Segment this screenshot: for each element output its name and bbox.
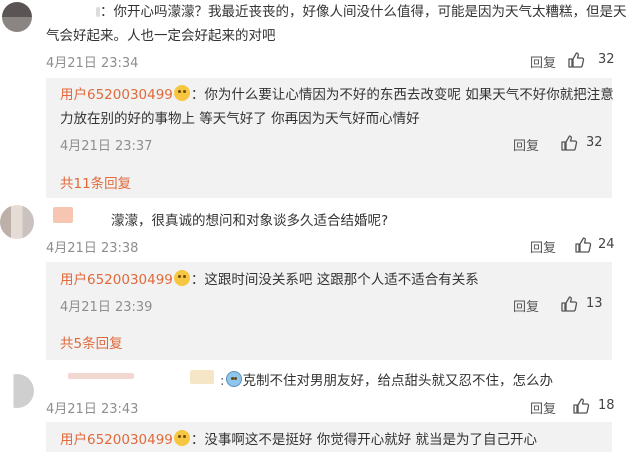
- more-replies-link[interactable]: 共5条回复: [60, 332, 123, 352]
- reply-username[interactable]: 用户6520030499: [60, 432, 173, 448]
- reply-username[interactable]: 用户6520030499: [60, 272, 173, 288]
- emoji-icon: [173, 430, 190, 446]
- username-blurred[interactable]: [68, 373, 134, 379]
- reply-button[interactable]: 回复: [513, 296, 539, 315]
- thumbs-up-icon[interactable]: [560, 295, 578, 313]
- reply-text: 用户6520030499 ：你为什么要让心情因为不好的东西去改变呢 如果天气不好你…: [60, 85, 614, 103]
- username-blurred[interactable]: [53, 207, 73, 223]
- reply-time: 4月21日 23:39: [60, 300, 153, 315]
- reply-button[interactable]: 回复: [530, 398, 556, 417]
- like-count: 13: [586, 296, 603, 311]
- thumbs-up-icon[interactable]: [574, 236, 592, 254]
- reply-button[interactable]: 回复: [530, 52, 556, 71]
- emoji-icon: [173, 85, 190, 101]
- comment-time: 4月21日 23:38: [46, 241, 139, 256]
- comment-time: 4月21日 23:43: [46, 402, 139, 417]
- more-replies-link[interactable]: 共11条回复: [60, 172, 131, 192]
- avatar[interactable]: [2, 2, 32, 32]
- reply-text-line2: 力放在别的好的事物上 等天气好了 你再因为天气好而心情好: [60, 111, 420, 127]
- avatar[interactable]: [0, 374, 34, 408]
- comment-text: ：你开心吗濛濛？我最近丧丧的，好像人间没什么值得，可能是因为天气太糟糕，但是天: [96, 0, 627, 24]
- avatar[interactable]: [0, 205, 34, 239]
- comment-text: : 克制不住对男朋友好，给点甜头就又忍不住，怎么办: [220, 371, 554, 389]
- like-count: 32: [598, 52, 615, 67]
- reply-time: 4月21日 23:37: [60, 139, 153, 154]
- reply-text: 用户6520030499 ：没事啊这不是挺好 你觉得开心就好 就当是为了自己开心: [60, 430, 537, 448]
- reply-button[interactable]: 回复: [530, 237, 556, 256]
- like-count: 32: [586, 135, 603, 150]
- like-count: 18: [598, 398, 615, 413]
- thumbs-up-icon[interactable]: [560, 134, 578, 152]
- username-blurred[interactable]: [190, 370, 214, 384]
- crying-emoji-icon: [225, 371, 242, 387]
- thumbs-up-icon[interactable]: [567, 51, 585, 69]
- comment-text: 濛濛，很真诚的想问和对象谈多久适合结婚呢?: [111, 213, 389, 229]
- reply-button[interactable]: 回复: [513, 135, 539, 154]
- thumbs-up-icon[interactable]: [572, 397, 590, 415]
- emoji-icon: [173, 270, 190, 286]
- like-count: 24: [598, 237, 615, 252]
- reply-text: 用户6520030499 ：这跟时间没关系吧 这跟那个人适不适合有关系: [60, 270, 479, 288]
- comment-text-line2: 气会好起来。人也一定会好起来的对吧: [46, 28, 276, 44]
- reply-username[interactable]: 用户6520030499: [60, 87, 173, 103]
- comment-time: 4月21日 23:34: [46, 56, 139, 71]
